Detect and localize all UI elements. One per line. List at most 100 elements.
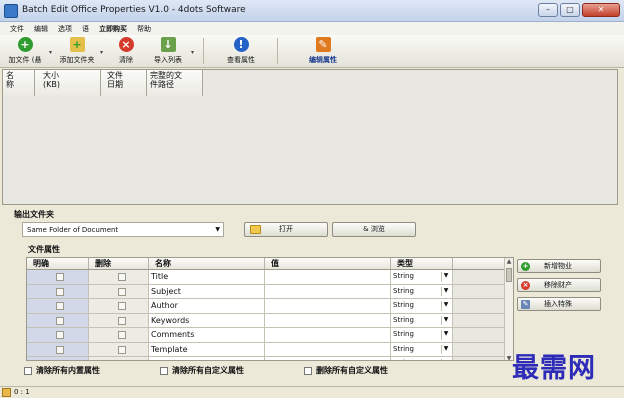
column-clear[interactable]: 明确 — [27, 258, 89, 269]
clear-checkbox[interactable] — [56, 345, 64, 354]
property-name-cell[interactable]: Title — [149, 270, 265, 284]
add-file-dropdown-icon[interactable]: ▾ — [49, 49, 52, 56]
clear-button[interactable]: × 清除 — [112, 37, 140, 65]
table-row[interactable]: String▼ — [27, 357, 513, 361]
clear-cell[interactable] — [27, 284, 89, 298]
property-value-cell[interactable] — [265, 328, 391, 342]
chevron-down-icon[interactable]: ▼ — [441, 359, 450, 360]
menu-file[interactable]: 文件 — [10, 24, 24, 34]
delete-checkbox[interactable] — [118, 287, 126, 296]
table-row[interactable]: Subject String ▼ — [27, 284, 513, 299]
add-folder-dropdown-icon[interactable]: ▾ — [100, 49, 103, 56]
delete-cell[interactable] — [89, 270, 149, 284]
property-type-select[interactable]: String▼ — [391, 313, 453, 327]
delete-cell[interactable] — [89, 342, 149, 356]
delete-checkbox[interactable] — [118, 360, 126, 361]
add-file-button[interactable]: + 加文件 (悬 — [6, 37, 44, 65]
insert-special-button[interactable]: ✎ 插入特殊 — [517, 297, 601, 311]
menu-buy-now[interactable]: 立即购买 — [99, 24, 127, 34]
clear-checkbox[interactable] — [56, 287, 64, 296]
clear-custom-checkbox[interactable]: 清除所有自定义属性 — [160, 365, 244, 376]
property-value-cell[interactable] — [265, 284, 391, 298]
property-name-cell[interactable]: Keywords — [149, 313, 265, 327]
table-row[interactable]: Title String ▼ — [27, 270, 513, 285]
table-row[interactable]: Comments String ▼ — [27, 328, 513, 343]
delete-checkbox[interactable] — [118, 273, 126, 281]
properties-grid[interactable]: 明确 删除 名称 值 类型 Title String ▼ Subject String ▼… — [26, 257, 514, 361]
remove-property-button[interactable]: × 移除财产 — [517, 278, 601, 292]
menu-language[interactable]: 语 — [82, 24, 89, 34]
property-type-select[interactable]: String▼ — [391, 328, 453, 342]
maximize-button[interactable]: □ — [560, 3, 580, 17]
clear-cell[interactable] — [27, 357, 89, 360]
menu-edit[interactable]: 编辑 — [34, 24, 48, 34]
import-dropdown-icon[interactable]: ▾ — [191, 49, 194, 56]
delete-cell[interactable] — [89, 284, 149, 298]
delete-checkbox[interactable] — [118, 302, 126, 310]
delete-cell[interactable] — [89, 313, 149, 327]
delete-checkbox[interactable] — [118, 316, 126, 325]
checkbox-box[interactable] — [160, 366, 168, 375]
menu-help[interactable]: 帮助 — [137, 24, 151, 34]
clear-checkbox[interactable] — [56, 302, 64, 310]
chevron-down-icon[interactable]: ▼ — [441, 344, 450, 354]
file-list[interactable]: 名 称 大小 (KB) 文件 日期 完整的文 件路径 — [2, 69, 618, 205]
column-size[interactable]: 大小 (KB) — [35, 70, 101, 96]
close-button[interactable]: ✕ — [582, 3, 620, 17]
property-value-cell[interactable] — [265, 313, 391, 327]
clear-cell[interactable] — [27, 328, 89, 342]
property-value-cell[interactable] — [265, 342, 391, 356]
column-path[interactable]: 完整的文 件路径 — [147, 70, 203, 96]
clear-cell[interactable] — [27, 270, 89, 284]
scroll-thumb[interactable] — [506, 268, 512, 282]
delete-custom-checkbox[interactable]: 删除所有自定义属性 — [304, 365, 388, 376]
clear-cell[interactable] — [27, 342, 89, 356]
checkbox-box[interactable] — [24, 366, 32, 375]
edit-properties-button[interactable]: ✎ 编辑属性 — [303, 37, 343, 65]
column-prop-name[interactable]: 名称 — [149, 258, 265, 269]
property-name-cell[interactable]: Author — [149, 299, 265, 313]
clear-checkbox[interactable] — [56, 273, 64, 281]
menu-options[interactable]: 选项 — [58, 24, 72, 34]
table-row[interactable]: Author String ▼ — [27, 299, 513, 314]
browse-button[interactable]: & 浏览 — [332, 222, 416, 237]
property-type-select[interactable]: String▼ — [391, 342, 453, 356]
column-type[interactable]: 类型 — [391, 258, 453, 269]
property-value-cell[interactable] — [265, 299, 391, 313]
delete-cell[interactable] — [89, 357, 149, 361]
clear-checkbox[interactable] — [56, 331, 64, 339]
property-type-select[interactable]: String▼ — [391, 299, 453, 313]
delete-cell[interactable] — [89, 299, 149, 313]
property-type-select[interactable]: String▼ — [391, 284, 453, 298]
property-type-select[interactable]: String▼ — [391, 357, 453, 360]
chevron-down-icon[interactable]: ▼ — [441, 286, 450, 296]
table-row[interactable]: Template String ▼ — [27, 342, 513, 357]
import-list-button[interactable]: ↓ 导入列表 — [148, 37, 188, 65]
delete-checkbox[interactable] — [118, 345, 126, 354]
property-value-cell[interactable] — [265, 270, 391, 284]
minimize-button[interactable]: – — [538, 3, 558, 17]
chevron-down-icon[interactable]: ▼ — [441, 272, 450, 282]
add-folder-button[interactable]: + 添加文件夹 — [56, 37, 98, 65]
property-value-cell[interactable] — [265, 357, 391, 360]
property-name-cell[interactable] — [149, 357, 265, 360]
clear-cell[interactable] — [27, 313, 89, 327]
scroll-up-icon[interactable]: ▲ — [505, 258, 513, 265]
column-delete[interactable]: 删除 — [89, 258, 149, 269]
chevron-down-icon[interactable]: ▼ — [441, 330, 450, 340]
clear-builtin-checkbox[interactable]: 清除所有内置属性 — [24, 365, 100, 376]
column-value[interactable]: 值 — [265, 258, 391, 269]
new-property-button[interactable]: + 新增物业 — [517, 259, 601, 273]
property-type-select[interactable]: String▼ — [391, 270, 453, 284]
clear-cell[interactable] — [27, 299, 89, 313]
property-name-cell[interactable]: Comments — [149, 328, 265, 342]
column-name[interactable]: 名 称 — [3, 70, 35, 96]
checkbox-box[interactable] — [304, 366, 312, 375]
open-folder-button[interactable]: 打开 — [244, 222, 328, 237]
chevron-down-icon[interactable]: ▼ — [441, 315, 450, 325]
clear-checkbox[interactable] — [56, 316, 64, 325]
table-row[interactable]: Keywords String ▼ — [27, 313, 513, 328]
view-properties-button[interactable]: ! 查看属性 — [222, 37, 260, 65]
delete-checkbox[interactable] — [118, 331, 126, 339]
column-date[interactable]: 文件 日期 — [101, 70, 147, 96]
